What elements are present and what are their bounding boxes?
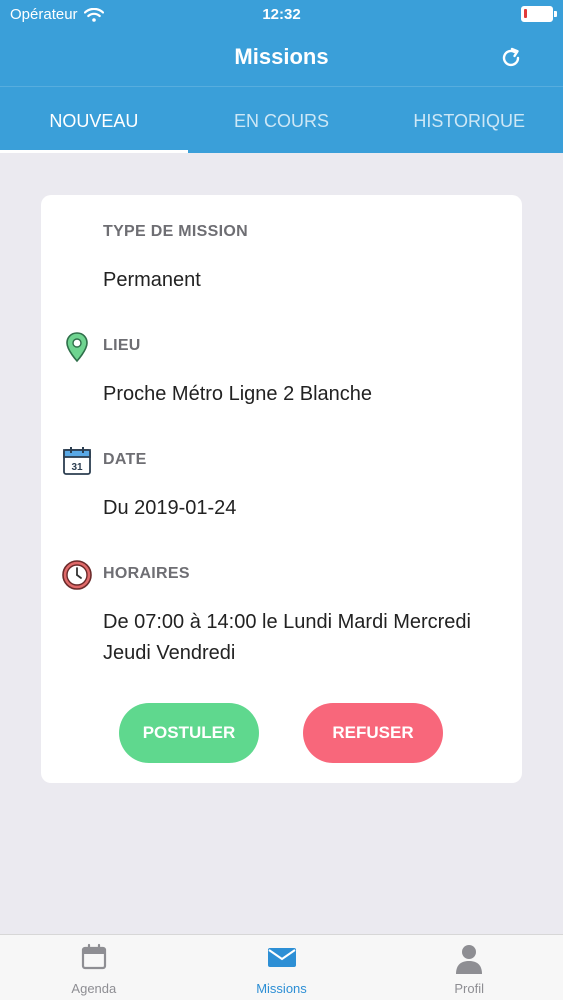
app-header: Opérateur 12:32 Missions NOUVEAU EN COUR… xyxy=(0,0,563,153)
tab-profil-label: Profil xyxy=(454,981,484,996)
tab-agenda[interactable]: Agenda xyxy=(0,935,188,1000)
tab-en-cours[interactable]: EN COURS xyxy=(188,87,376,153)
tab-historique[interactable]: HISTORIQUE xyxy=(375,87,563,153)
battery-icon xyxy=(521,6,557,22)
hours-label: HORAIRES xyxy=(103,565,190,582)
map-pin-icon xyxy=(66,332,88,363)
refresh-icon[interactable] xyxy=(499,46,523,70)
calendar-day: 31 xyxy=(71,462,83,473)
tab-missions[interactable]: Missions xyxy=(188,935,376,1000)
battery-level xyxy=(524,9,527,18)
calendar-icon: 31 xyxy=(63,447,91,475)
status-time: 12:32 xyxy=(262,6,301,23)
tab-agenda-label: Agenda xyxy=(71,981,117,996)
bottom-tab-bar: Agenda Missions Profil xyxy=(0,934,563,1000)
envelope-icon xyxy=(267,948,296,967)
tab-profil[interactable]: Profil xyxy=(375,935,563,1000)
calendar-icon xyxy=(81,943,106,970)
clock-icon xyxy=(62,560,92,590)
location-label: LIEU xyxy=(103,337,141,354)
mission-card: TYPE DE MISSION Permanent LIEU Proche Mé… xyxy=(41,195,522,783)
tab-nouveau[interactable]: NOUVEAU xyxy=(0,87,188,153)
page-title: Missions xyxy=(234,44,329,69)
status-bar: Opérateur 12:32 xyxy=(0,0,563,30)
type-value: Permanent xyxy=(103,269,201,291)
type-label: TYPE DE MISSION xyxy=(103,223,248,240)
nav-bar: Missions xyxy=(0,30,563,86)
location-value: Proche Métro Ligne 2 Blanche xyxy=(103,383,373,405)
date-label: DATE xyxy=(103,451,147,468)
date-value: Du 2019-01-24 xyxy=(103,497,237,519)
user-icon xyxy=(456,945,483,974)
postuler-button[interactable]: POSTULER xyxy=(119,703,259,763)
refuser-button[interactable]: REFUSER xyxy=(303,703,443,763)
tab-missions-label: Missions xyxy=(256,981,307,996)
hours-value: De 07:00 à 14:00 le Lundi Mardi Mercredi… xyxy=(103,611,471,664)
tab-bar-top: NOUVEAU EN COURS HISTORIQUE xyxy=(0,86,563,153)
